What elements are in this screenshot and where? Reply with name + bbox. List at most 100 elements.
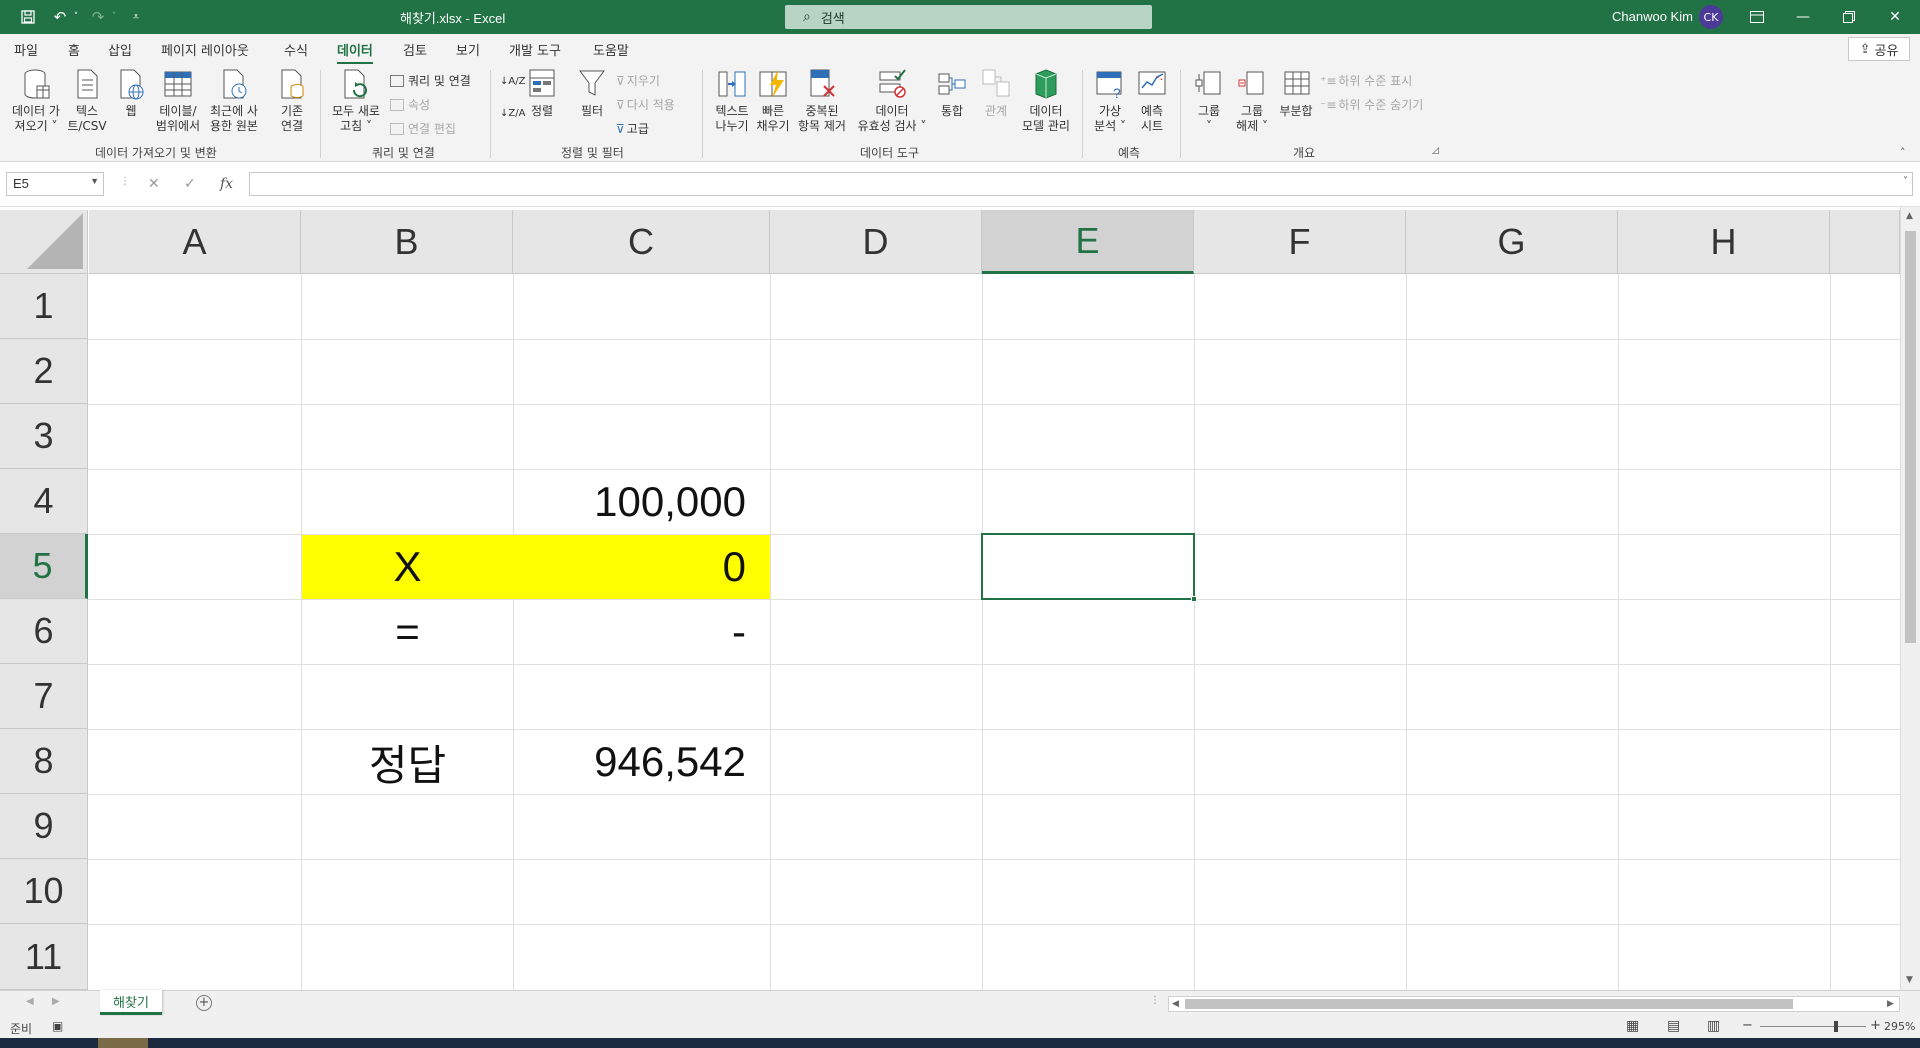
minimize-icon[interactable]: — bbox=[1780, 0, 1826, 34]
column-header-a[interactable]: A bbox=[89, 210, 301, 274]
close-icon[interactable]: ✕ bbox=[1872, 0, 1918, 34]
hide-detail-button[interactable]: ⁻≡ 하위 수준 숨기기 bbox=[1320, 96, 1423, 113]
tab-developer[interactable]: 개발 도구 bbox=[509, 40, 561, 59]
active-cell-e5[interactable] bbox=[981, 533, 1195, 600]
search-box[interactable]: ⌕ 검색 bbox=[785, 5, 1152, 29]
advanced-filter-button[interactable]: ⊽ 고급 bbox=[616, 120, 649, 137]
from-table-button[interactable]: 테이블/ 범위에서 bbox=[152, 68, 204, 134]
clear-filter-button[interactable]: ⊽ 지우기 bbox=[616, 72, 660, 89]
tab-help[interactable]: 도움말 bbox=[593, 40, 629, 59]
sort-ascending-button[interactable]: ↓A/Z bbox=[500, 76, 525, 87]
expand-formula-bar-icon[interactable]: ˅ bbox=[1903, 176, 1908, 187]
scroll-down-icon[interactable]: ▼ bbox=[1906, 975, 1913, 985]
tab-file[interactable]: 파일 bbox=[14, 40, 38, 59]
name-box[interactable]: E5 ▼ bbox=[6, 172, 104, 196]
column-header-e[interactable]: E bbox=[982, 210, 1194, 274]
row-header-8[interactable]: 8 bbox=[0, 729, 88, 794]
cell-b8[interactable]: 정답 bbox=[302, 730, 513, 794]
column-header-h[interactable]: H bbox=[1618, 210, 1830, 274]
recent-sources-button[interactable]: 최근에 사 용한 원본 bbox=[206, 68, 262, 134]
next-sheet-icon[interactable]: ▶ bbox=[52, 996, 60, 1007]
remove-duplicates-button[interactable]: 중복된 항목 제거 bbox=[794, 68, 850, 134]
insert-function-icon[interactable]: fx bbox=[220, 176, 233, 192]
page-layout-view-icon[interactable]: ▤ bbox=[1667, 1018, 1680, 1034]
cell-c4[interactable]: 100,000 bbox=[514, 470, 770, 534]
tab-data[interactable]: 데이터 bbox=[337, 40, 373, 65]
row-header-11[interactable]: 11 bbox=[0, 924, 88, 990]
enter-icon[interactable]: ✓ bbox=[184, 176, 196, 192]
cancel-icon[interactable]: ✕ bbox=[148, 176, 160, 192]
column-header-b[interactable]: B bbox=[301, 210, 513, 274]
avatar[interactable]: CK bbox=[1699, 5, 1723, 29]
forecast-sheet-button[interactable]: 예측 시트 bbox=[1134, 68, 1170, 134]
column-header-c[interactable]: C bbox=[513, 210, 770, 274]
existing-connections-button[interactable]: 기존 연결 bbox=[272, 68, 312, 134]
queries-connections-button[interactable]: 쿼리 및 연결 bbox=[390, 72, 471, 89]
scroll-right-icon[interactable]: ▶ bbox=[1887, 999, 1894, 1009]
row-header-4[interactable]: 4 bbox=[0, 469, 88, 534]
cell-c6[interactable]: - bbox=[514, 600, 770, 664]
subtotal-button[interactable]: 부분합 bbox=[1276, 68, 1316, 119]
flash-fill-button[interactable]: 빠른 채우기 bbox=[756, 68, 790, 134]
cell-c8[interactable]: 946,542 bbox=[514, 730, 770, 794]
customize-toolbar-icon[interactable]: ⩡ bbox=[122, 0, 150, 34]
sort-button[interactable]: 정렬 bbox=[524, 68, 560, 119]
prev-sheet-icon[interactable]: ◀ bbox=[26, 996, 34, 1007]
row-header-1[interactable]: 1 bbox=[0, 274, 88, 339]
column-header-f[interactable]: F bbox=[1194, 210, 1406, 274]
tab-review[interactable]: 검토 bbox=[403, 40, 427, 59]
row-header-5[interactable]: 5 bbox=[0, 534, 88, 599]
zoom-slider[interactable] bbox=[1760, 1026, 1866, 1027]
relationships-button[interactable]: 관계 bbox=[978, 68, 1014, 119]
vertical-scrollbar[interactable]: ▲ ▼ bbox=[1900, 207, 1920, 990]
web-button[interactable]: 웹 bbox=[114, 68, 148, 119]
group-button[interactable]: 그룹 ˅ bbox=[1192, 68, 1226, 134]
outline-dialog-launcher-icon[interactable]: ◿ bbox=[1432, 146, 1439, 156]
page-break-view-icon[interactable]: ▥ bbox=[1707, 1018, 1720, 1034]
share-button[interactable]: ⇪ 공유 bbox=[1848, 37, 1910, 61]
vertical-scroll-thumb[interactable] bbox=[1905, 231, 1916, 643]
scroll-left-icon[interactable]: ◀ bbox=[1172, 999, 1179, 1009]
select-all-button[interactable] bbox=[0, 210, 88, 274]
what-if-analysis-button[interactable]: ? 가상 분석 ˅ bbox=[1090, 68, 1130, 134]
row-header-7[interactable]: 7 bbox=[0, 664, 88, 729]
horizontal-scroll-thumb[interactable] bbox=[1185, 999, 1793, 1009]
row-header-6[interactable]: 6 bbox=[0, 599, 88, 664]
consolidate-button[interactable]: 통합 bbox=[934, 68, 970, 119]
edit-links-button[interactable]: 연결 편집 bbox=[390, 120, 456, 137]
add-sheet-icon[interactable]: + bbox=[196, 995, 212, 1011]
column-header-g[interactable]: G bbox=[1406, 210, 1618, 274]
column-header-d[interactable]: D bbox=[770, 210, 982, 274]
zoom-in-icon[interactable]: + bbox=[1870, 1018, 1881, 1033]
tab-split-icon[interactable]: ⋮ bbox=[1150, 995, 1160, 1006]
filter-button[interactable]: 필터 bbox=[574, 68, 610, 119]
restore-icon[interactable] bbox=[1826, 0, 1872, 34]
data-validation-button[interactable]: 데이터 유효성 검사 ˅ bbox=[852, 68, 932, 134]
text-csv-button[interactable]: 텍스 트/CSV bbox=[64, 68, 110, 134]
row-header-3[interactable]: 3 bbox=[0, 404, 88, 469]
show-detail-button[interactable]: ⁺≡ 하위 수준 표시 bbox=[1320, 72, 1412, 89]
tab-insert[interactable]: 삽입 bbox=[108, 40, 132, 59]
scroll-up-icon[interactable]: ▲ bbox=[1906, 211, 1913, 221]
text-to-columns-button[interactable]: 텍스트 나누기 bbox=[708, 68, 756, 134]
row-header-2[interactable]: 2 bbox=[0, 339, 88, 404]
cell-c5[interactable]: 0 bbox=[513, 535, 770, 599]
row-header-9[interactable]: 9 bbox=[0, 794, 88, 859]
properties-button[interactable]: 속성 bbox=[390, 96, 430, 113]
ribbon-display-options-icon[interactable] bbox=[1734, 0, 1780, 34]
column-header-partial[interactable] bbox=[1830, 210, 1900, 274]
collapse-ribbon-icon[interactable]: ˄ bbox=[1900, 146, 1906, 159]
ungroup-button[interactable]: 그룹 해제 ˅ bbox=[1232, 68, 1272, 134]
tab-home[interactable]: 홈 bbox=[68, 40, 80, 59]
user-name[interactable]: Chanwoo Kim bbox=[1612, 9, 1693, 24]
horizontal-scrollbar[interactable]: ◀ ▶ bbox=[1168, 996, 1900, 1012]
cell-b5[interactable]: X bbox=[302, 535, 513, 599]
taskbar-app[interactable] bbox=[98, 1038, 148, 1048]
sheet-tab-active[interactable]: 해찾기 bbox=[100, 990, 162, 1015]
fill-handle[interactable] bbox=[1191, 596, 1197, 602]
get-data-button[interactable]: 데이터 가 져오기 ˅ bbox=[8, 68, 64, 134]
zoom-level[interactable]: 295% bbox=[1884, 1020, 1915, 1033]
tab-view[interactable]: 보기 bbox=[456, 40, 480, 59]
data-model-button[interactable]: 데이터 모델 관리 bbox=[1018, 68, 1074, 134]
row-header-10[interactable]: 10 bbox=[0, 859, 88, 924]
